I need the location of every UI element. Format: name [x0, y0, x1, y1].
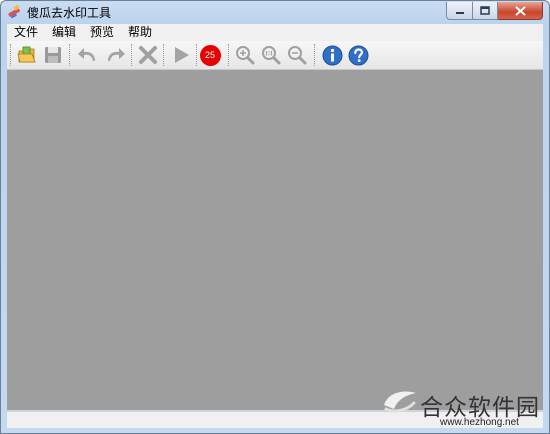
menu-bar: 文件 编辑 预览 帮助 — [7, 24, 543, 41]
redo-icon — [108, 48, 125, 61]
toolbar-separator — [69, 44, 71, 66]
toolbar-separator — [131, 44, 133, 66]
zoom-out-button[interactable] — [286, 44, 308, 66]
play-icon — [175, 47, 189, 63]
image-workspace[interactable] — [7, 70, 543, 410]
help-icon — [348, 45, 368, 65]
menu-preview[interactable]: 预览 — [83, 24, 121, 41]
zoom-in-button[interactable] — [234, 44, 256, 66]
open-button[interactable] — [16, 44, 38, 66]
maximize-button[interactable] — [473, 2, 498, 20]
app-window: 傻瓜去水印工具 文件 编辑 预览 帮助 25 — [0, 0, 550, 434]
toolbar-separator — [163, 44, 165, 66]
zoom-in-icon — [236, 46, 255, 65]
delete-button[interactable] — [137, 44, 159, 66]
window-title: 傻瓜去水印工具 — [27, 6, 112, 20]
window-controls — [446, 2, 543, 20]
watermark-logo-icon — [384, 391, 416, 413]
undo-button[interactable] — [77, 44, 99, 66]
toolbar-separator — [228, 44, 230, 66]
menu-edit[interactable]: 编辑 — [45, 24, 83, 41]
zoom-actual-icon — [262, 46, 281, 65]
zoom-level-button[interactable]: 25 — [199, 44, 221, 66]
info-icon — [322, 45, 342, 65]
run-button[interactable] — [170, 44, 192, 66]
title-bar[interactable]: 傻瓜去水印工具 — [1, 1, 549, 23]
delete-icon — [139, 46, 157, 64]
toolbar-separator — [196, 44, 198, 66]
undo-icon — [78, 48, 95, 61]
toolbar-separator — [314, 44, 316, 66]
about-button[interactable] — [321, 44, 343, 66]
menu-help[interactable]: 帮助 — [121, 24, 159, 41]
save-button[interactable] — [42, 44, 64, 66]
help-button[interactable] — [347, 44, 369, 66]
minimize-button[interactable] — [446, 2, 473, 20]
zoom-level-badge: 25 — [199, 44, 221, 66]
close-icon — [514, 5, 526, 16]
menu-file[interactable]: 文件 — [7, 24, 45, 41]
zoom-actual-button[interactable] — [260, 44, 282, 66]
close-button[interactable] — [498, 2, 543, 20]
toolbar-separator — [10, 44, 12, 66]
watermark-url: www.hezhong.net — [440, 417, 519, 428]
toolbar: 25 — [7, 41, 543, 70]
open-folder-icon — [17, 46, 36, 63]
app-pen-icon — [8, 5, 20, 19]
minimize-icon — [455, 11, 464, 14]
redo-button[interactable] — [104, 44, 126, 66]
save-icon — [45, 47, 61, 63]
zoom-out-icon — [288, 46, 307, 65]
maximize-icon — [480, 6, 490, 15]
